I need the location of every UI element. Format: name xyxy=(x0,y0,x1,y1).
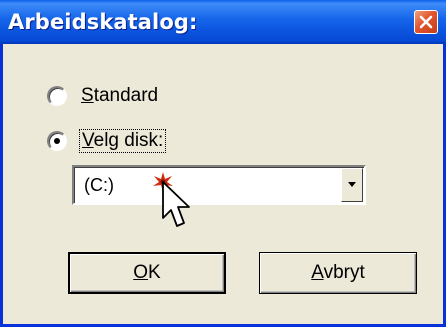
title-bar[interactable]: Arbeidskatalog: xyxy=(0,0,446,44)
chevron-down-icon xyxy=(348,182,356,187)
close-x-icon xyxy=(419,15,433,29)
radio-button-standard[interactable] xyxy=(47,86,67,106)
dropdown-button[interactable] xyxy=(341,168,363,202)
cancel-button-label: Avbryt xyxy=(311,262,365,283)
radio-button-velg-disk[interactable] xyxy=(47,131,67,151)
radio-selected-dot xyxy=(54,138,60,144)
ok-button-label: OK xyxy=(133,262,161,283)
radio-velg-disk[interactable]: Velg disk: xyxy=(47,129,167,153)
drive-select-value: (C:) xyxy=(84,175,114,195)
radio-standard-label: Standard xyxy=(81,85,159,106)
cancel-button[interactable]: Avbryt xyxy=(259,252,417,294)
radio-standard[interactable]: Standard xyxy=(47,85,158,107)
window-title: Arbeidskatalog: xyxy=(8,10,198,34)
focus-rectangle: Velg disk: xyxy=(79,129,167,153)
drive-select[interactable]: (C:) xyxy=(72,165,366,205)
close-button[interactable] xyxy=(414,10,438,34)
ok-button[interactable]: OK xyxy=(68,252,226,294)
radio-velg-disk-label: Velg disk: xyxy=(82,130,164,151)
